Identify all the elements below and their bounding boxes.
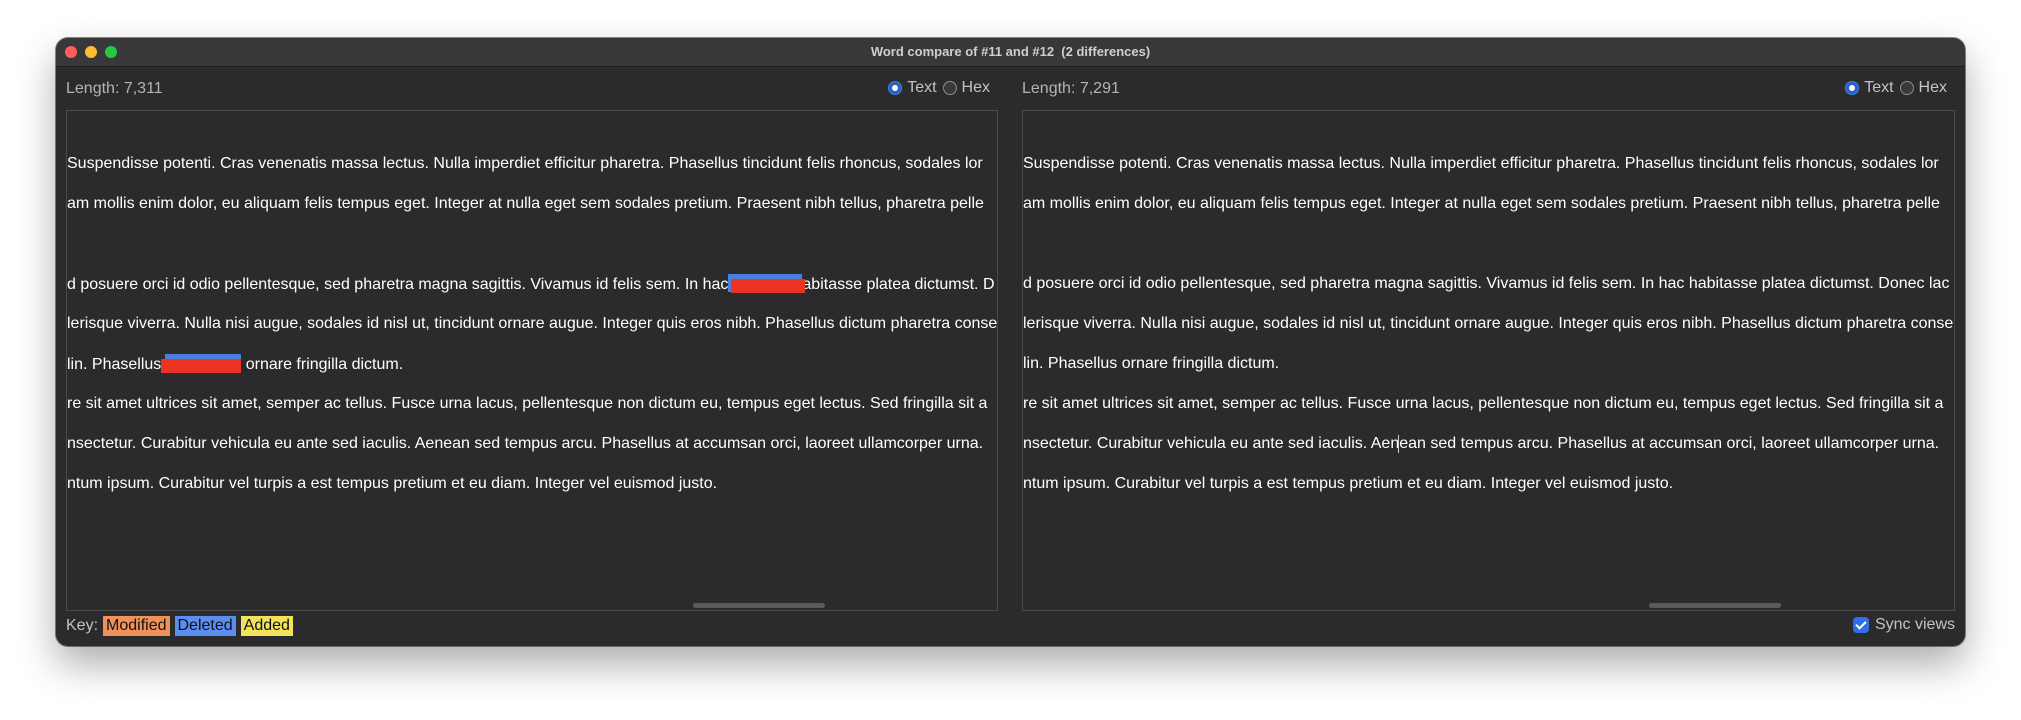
text-line: re sit amet ultrices sit amet, semper ac…: [67, 395, 988, 412]
text-segment: abitasse platea dictumst. D: [802, 276, 995, 293]
text-line: re sit amet ultrices sit amet, semper ac…: [1023, 395, 1944, 412]
text-line: ntum ipsum. Curabitur vel turpis a est t…: [1023, 475, 1674, 492]
left-horizontal-scrollbar[interactable]: [693, 603, 825, 608]
text-line: am mollis enim dolor, eu aliquam felis t…: [67, 195, 984, 212]
right-pane: Length: 7,291 Text Hex Suspendisse poten…: [1022, 66, 1955, 646]
title-bar[interactable]: Word compare of #11 and #12 (2 differenc…: [56, 38, 1965, 67]
text-line: am mollis enim dolor, eu aliquam felis t…: [1023, 195, 1940, 212]
text-line: lin. Phasellus ornare fringilla dictum.: [1023, 355, 1280, 372]
left-text-radio-label[interactable]: Text: [907, 79, 936, 97]
text-segment: ornare fringilla dictum.: [245, 356, 404, 373]
right-horizontal-scrollbar[interactable]: [1649, 603, 1781, 608]
text-line: lerisque viverra. Nulla nisi augue, soda…: [1023, 315, 1954, 332]
text-line: Suspendisse potenti. Cras venenatis mass…: [67, 155, 983, 172]
sync-views-checkbox[interactable]: [1852, 617, 1869, 633]
left-length-label: Length: 7,311: [66, 80, 163, 97]
text-segment: lin. Phasellus: [67, 356, 162, 373]
right-length-label: Length: 7,291: [1022, 80, 1120, 97]
text-caret: [1398, 435, 1399, 453]
window-title: Word compare of #11 and #12 (2 differenc…: [870, 44, 1151, 59]
redaction-mark: [731, 279, 805, 293]
text-line: lerisque viverra. Nulla nisi augue, soda…: [67, 315, 998, 332]
text-line: Suspendisse potenti. Cras venenatis mass…: [1023, 155, 1939, 172]
sync-views-toggle[interactable]: Sync views: [1852, 616, 1955, 634]
left-view-mode: Text Hex: [888, 79, 996, 97]
left-hex-radio-label[interactable]: Hex: [962, 79, 990, 97]
key-modified-chip: Modified: [103, 616, 170, 636]
left-pane: Length: 7,311 Text Hex Suspendisse poten…: [66, 66, 998, 646]
right-hex-radio-label[interactable]: Hex: [1919, 79, 1947, 97]
compare-window: Word compare of #11 and #12 (2 differenc…: [56, 38, 1965, 646]
diff-key: Key: Modified Deleted Added: [66, 616, 293, 636]
redaction-mark: [161, 359, 241, 373]
key-deleted-chip: Deleted: [174, 616, 236, 636]
text-line: nsectetur. Curabitur vehicula eu ante se…: [67, 435, 984, 452]
key-added-chip: Added: [240, 616, 293, 636]
right-text-radio-label[interactable]: Text: [1864, 79, 1893, 97]
text-line: ntum ipsum. Curabitur vel turpis a est t…: [67, 475, 718, 492]
right-hex-radio[interactable]: [1899, 81, 1914, 95]
text-line: nsectetur. Curabitur vehicula eu ante se…: [1023, 435, 1940, 452]
right-text-view[interactable]: Suspendisse potenti. Cras venenatis mass…: [1022, 110, 1955, 611]
text-line: d posuere orci id odio pellentesque, sed…: [1023, 275, 1950, 292]
key-label: Key:: [66, 617, 99, 634]
right-text-radio[interactable]: [1845, 81, 1860, 95]
left-text-radio[interactable]: [888, 81, 903, 95]
text-segment: d posuere orci id odio pellentesque, sed…: [67, 276, 729, 293]
right-view-mode: Text Hex: [1845, 79, 1953, 97]
text-line: d posuere orci id odio pellentesque, sed…: [67, 274, 995, 295]
left-hex-radio[interactable]: [942, 81, 957, 95]
left-text-view[interactable]: Suspendisse potenti. Cras venenatis mass…: [66, 110, 998, 611]
sync-views-label[interactable]: Sync views: [1875, 616, 1955, 634]
